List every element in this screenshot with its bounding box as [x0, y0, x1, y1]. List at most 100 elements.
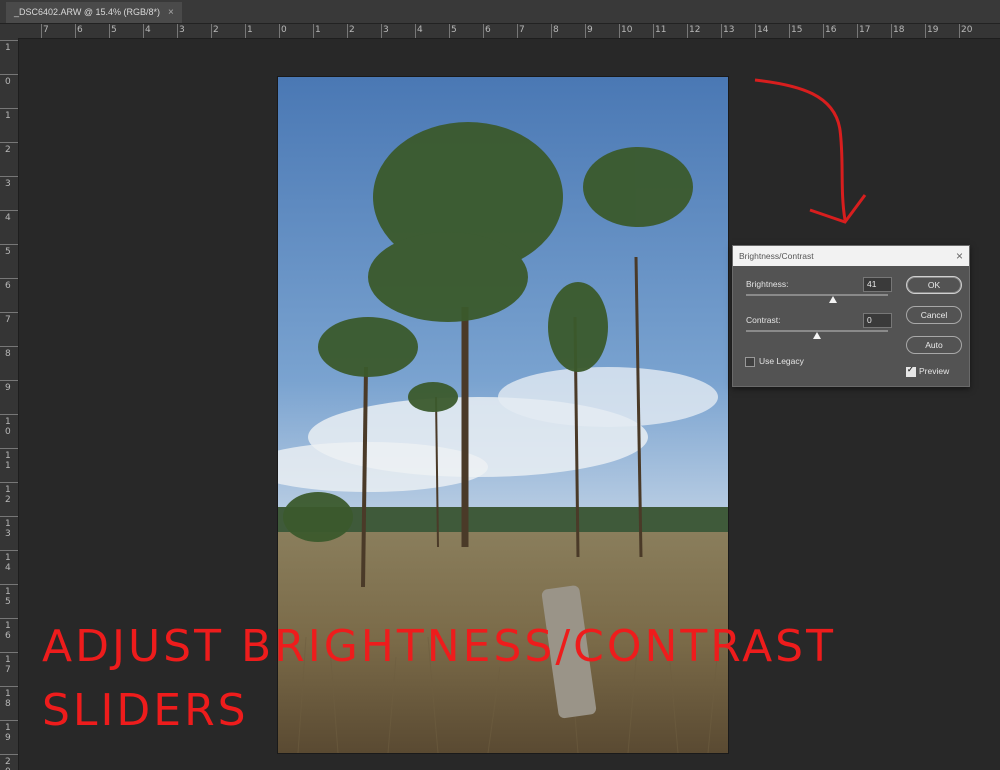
ruler-tick	[0, 516, 18, 517]
ruler-tick	[925, 24, 926, 38]
dialog-titlebar[interactable]: Brightness/Contrast ×	[733, 246, 969, 266]
ruler-label: 1 6	[5, 621, 11, 641]
ruler-label: 7	[43, 25, 49, 35]
ruler-tick	[279, 24, 280, 38]
ruler-tick	[755, 24, 756, 38]
ruler-tick	[483, 24, 484, 38]
ruler-label: 3	[179, 25, 185, 35]
brightness-contrast-dialog: Brightness/Contrast × Brightness: 41 Con…	[732, 245, 970, 387]
ruler-label: 1 1	[5, 451, 11, 471]
ruler-tick	[0, 312, 18, 313]
vertical-ruler[interactable]: 101234567891 01 11 21 31 41 51 61 71 81 …	[0, 38, 19, 770]
ruler-tick	[823, 24, 824, 38]
ruler-tick	[0, 686, 18, 687]
ruler-label: 4	[417, 25, 423, 35]
ruler-label: 3	[5, 179, 11, 189]
ruler-label: 1 9	[5, 723, 11, 743]
ruler-tick	[0, 652, 18, 653]
ruler-origin[interactable]	[0, 24, 18, 38]
ruler-label: 8	[5, 349, 11, 359]
brightness-slider-track[interactable]	[746, 294, 888, 296]
ruler-label: 1	[247, 25, 253, 35]
ruler-tick	[0, 618, 18, 619]
dialog-title: Brightness/Contrast	[739, 251, 814, 261]
auto-button[interactable]: Auto	[906, 336, 962, 354]
ruler-tick	[0, 40, 18, 41]
ruler-tick	[0, 380, 18, 381]
ruler-label: 11	[655, 25, 667, 35]
ruler-label: 1 3	[5, 519, 11, 539]
preview-label: Preview	[919, 366, 950, 376]
ruler-tick	[857, 24, 858, 38]
ruler-tick	[619, 24, 620, 38]
ruler-label: 2 0	[5, 757, 11, 770]
ruler-tick	[687, 24, 688, 38]
ruler-tick	[0, 346, 18, 347]
ruler-tick	[721, 24, 722, 38]
annotation-arrow	[754, 78, 867, 224]
ruler-tick	[313, 24, 314, 38]
ruler-label: 8	[553, 25, 559, 35]
ruler-label: 13	[723, 25, 735, 35]
ruler-tick	[0, 142, 18, 143]
ruler-tick	[891, 24, 892, 38]
document-tab[interactable]: _DSC6402.ARW @ 15.4% (RGB/8*) ×	[6, 2, 182, 23]
ruler-label: 18	[893, 25, 905, 35]
cancel-button[interactable]: Cancel	[906, 306, 962, 324]
ruler-tick	[0, 720, 18, 721]
ruler-label: 5	[111, 25, 117, 35]
contrast-slider-thumb[interactable]	[813, 332, 821, 339]
ruler-label: 7	[5, 315, 11, 325]
ruler-tick	[0, 108, 18, 109]
ruler-tick	[653, 24, 654, 38]
ruler-label: 6	[485, 25, 491, 35]
use-legacy-label: Use Legacy	[759, 356, 804, 366]
ruler-tick	[0, 448, 18, 449]
contrast-value-input[interactable]: 0	[863, 313, 892, 328]
ruler-label: 2	[213, 25, 219, 35]
ruler-label: 1 0	[5, 417, 11, 437]
ruler-label: 20	[961, 25, 973, 35]
brightness-value-input[interactable]: 41	[863, 277, 892, 292]
ruler-label: 14	[757, 25, 769, 35]
ruler-label: 19	[927, 25, 939, 35]
ruler-tick	[789, 24, 790, 38]
use-legacy-checkbox[interactable]	[745, 357, 755, 367]
ruler-tick	[0, 74, 18, 75]
ruler-tick	[0, 482, 18, 483]
ruler-label: 3	[383, 25, 389, 35]
tab-close-icon[interactable]: ×	[168, 2, 174, 23]
ruler-tick	[41, 24, 42, 38]
ruler-label: 5	[5, 247, 11, 257]
ruler-label: 9	[5, 383, 11, 393]
ruler-tick	[959, 24, 960, 38]
ruler-tick	[415, 24, 416, 38]
contrast-label: Contrast:	[746, 315, 781, 325]
ruler-tick	[75, 24, 76, 38]
document-tab-bar: _DSC6402.ARW @ 15.4% (RGB/8*) ×	[0, 0, 1000, 24]
preview-checkbox[interactable]	[906, 365, 916, 377]
ruler-tick	[0, 754, 18, 755]
ruler-tick	[211, 24, 212, 38]
ruler-label: 2	[5, 145, 11, 155]
ruler-label: 17	[859, 25, 871, 35]
ruler-tick	[0, 584, 18, 585]
ruler-label: 0	[281, 25, 287, 35]
ruler-tick	[0, 176, 18, 177]
horizontal-ruler[interactable]: 7 6 5 4 3 2 1 0 1 2 3 4 5 6 7 8 9 10 11 12 13 14 15 16 17 18 19 20	[18, 24, 1000, 39]
ruler-label: 1	[315, 25, 321, 35]
ruler-tick	[517, 24, 518, 38]
ruler-label: 4	[5, 213, 11, 223]
ruler-tick	[143, 24, 144, 38]
ruler-label: 15	[791, 25, 803, 35]
ruler-label: 9	[587, 25, 593, 35]
ok-button[interactable]: OK	[906, 276, 962, 294]
brightness-slider-thumb[interactable]	[828, 296, 837, 303]
ruler-label: 12	[689, 25, 701, 35]
ruler-label: 1 5	[5, 587, 11, 607]
ruler-tick	[347, 24, 348, 38]
ruler-label: 1 8	[5, 689, 11, 709]
ruler-tick	[0, 550, 18, 551]
document-tab-title: _DSC6402.ARW @ 15.4% (RGB/8*)	[14, 7, 161, 17]
dialog-close-icon[interactable]: ×	[956, 246, 963, 266]
